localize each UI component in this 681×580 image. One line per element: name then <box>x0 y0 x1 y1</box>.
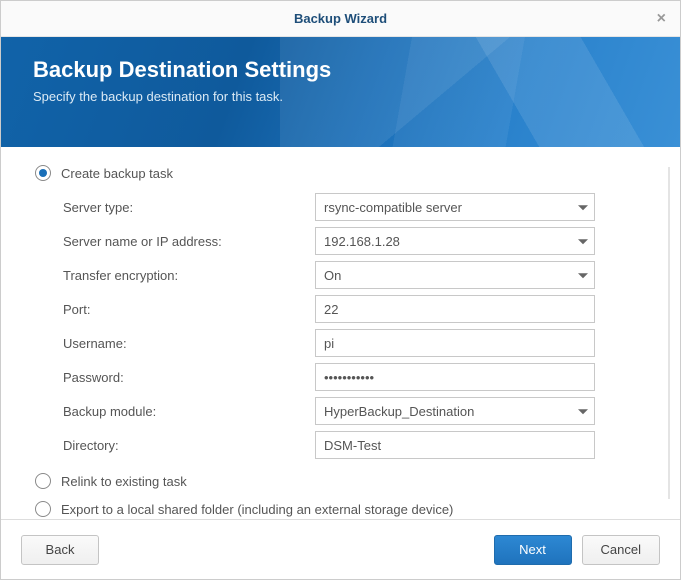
value: 22 <box>324 302 338 317</box>
label-server-type: Server type: <box>63 200 315 215</box>
row-encryption: Transfer encryption: On <box>63 261 652 289</box>
label-password: Password: <box>63 370 315 385</box>
radio-icon <box>35 473 51 489</box>
label-port: Port: <box>63 302 315 317</box>
button-label: Cancel <box>601 542 641 557</box>
label-server-address: Server name or IP address: <box>63 234 315 249</box>
option-label: Create backup task <box>61 166 173 181</box>
select-server-type[interactable]: rsync-compatible server <box>315 193 595 221</box>
wizard-content: Create backup task Server type: rsync-co… <box>1 147 680 519</box>
row-directory: Directory: DSM-Test <box>63 431 652 459</box>
wizard-footer: Back Next Cancel <box>1 519 680 579</box>
chevron-down-icon <box>578 239 588 244</box>
input-port[interactable]: 22 <box>315 295 595 323</box>
scrollbar-track[interactable] <box>668 167 670 499</box>
value: DSM-Test <box>324 438 381 453</box>
combo-server-address[interactable]: 192.168.1.28 <box>315 227 595 255</box>
value: On <box>324 268 341 283</box>
banner-heading: Backup Destination Settings <box>33 57 648 83</box>
input-password[interactable]: ••••••••••• <box>315 363 595 391</box>
row-username: Username: pi <box>63 329 652 357</box>
option-label: Relink to existing task <box>61 474 187 489</box>
label-directory: Directory: <box>63 438 315 453</box>
button-label: Next <box>519 542 546 557</box>
chevron-down-icon <box>578 273 588 278</box>
input-directory[interactable]: DSM-Test <box>315 431 595 459</box>
radio-icon <box>35 165 51 181</box>
row-backup-module: Backup module: HyperBackup_Destination <box>63 397 652 425</box>
back-button[interactable]: Back <box>21 535 99 565</box>
option-label: Export to a local shared folder (includi… <box>61 502 453 517</box>
next-button[interactable]: Next <box>494 535 572 565</box>
label-backup-module: Backup module: <box>63 404 315 419</box>
option-relink[interactable]: Relink to existing task <box>35 473 652 489</box>
chevron-down-icon <box>578 205 588 210</box>
row-server-address: Server name or IP address: 192.168.1.28 <box>63 227 652 255</box>
backup-form: Server type: rsync-compatible server Ser… <box>63 193 652 459</box>
select-backup-module[interactable]: HyperBackup_Destination <box>315 397 595 425</box>
value: rsync-compatible server <box>324 200 462 215</box>
row-password: Password: ••••••••••• <box>63 363 652 391</box>
label-encryption: Transfer encryption: <box>63 268 315 283</box>
titlebar: Backup Wizard × <box>1 1 680 37</box>
row-server-type: Server type: rsync-compatible server <box>63 193 652 221</box>
close-icon[interactable]: × <box>657 1 666 37</box>
option-export[interactable]: Export to a local shared folder (includi… <box>35 501 652 517</box>
radio-icon <box>35 501 51 517</box>
wizard-banner: Backup Destination Settings Specify the … <box>1 37 680 147</box>
label-username: Username: <box>63 336 315 351</box>
value: HyperBackup_Destination <box>324 404 474 419</box>
value: ••••••••••• <box>324 370 374 385</box>
cancel-button[interactable]: Cancel <box>582 535 660 565</box>
input-username[interactable]: pi <box>315 329 595 357</box>
select-encryption[interactable]: On <box>315 261 595 289</box>
value: pi <box>324 336 334 351</box>
window-title: Backup Wizard <box>294 11 387 26</box>
chevron-down-icon <box>578 409 588 414</box>
option-create-backup[interactable]: Create backup task <box>35 165 652 181</box>
button-label: Back <box>46 542 75 557</box>
value: 192.168.1.28 <box>324 234 400 249</box>
banner-subheading: Specify the backup destination for this … <box>33 89 648 104</box>
row-port: Port: 22 <box>63 295 652 323</box>
